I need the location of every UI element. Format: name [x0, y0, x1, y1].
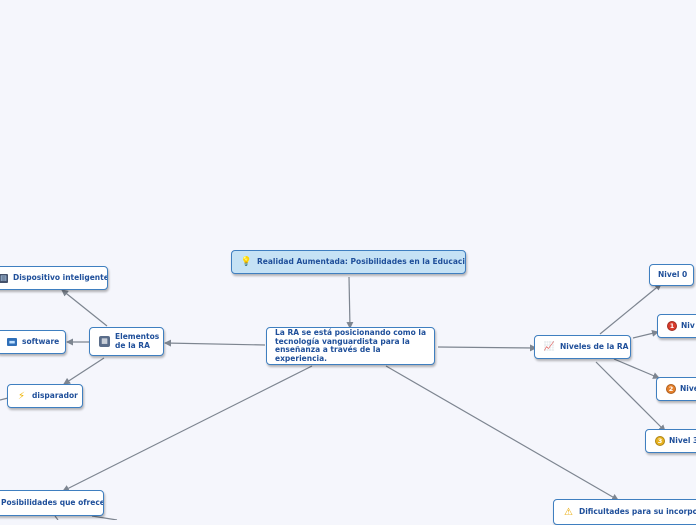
connector-niveles-to-nivel0: [599, 283, 662, 335]
warning-icon: ⚠: [564, 506, 573, 518]
dispositivo-node[interactable]: ▤ Dispositivo inteligente: [0, 266, 108, 290]
screen-icon: ▬: [7, 337, 17, 346]
root-topic-label: Realidad Aumentada: Posibilidades en la …: [257, 256, 466, 266]
lightning-icon: ⚡: [17, 390, 26, 402]
dispositivo-label: Dispositivo inteligente: [13, 272, 108, 282]
connector-posibilidades-stub-a: [54, 515, 59, 520]
number-3-icon: 3: [655, 436, 665, 446]
nivel1-node[interactable]: 1 Niv: [657, 314, 696, 338]
software-label: software: [22, 336, 60, 346]
connector-central-to-dificultades: [385, 365, 619, 501]
central-topic-label: La RA se está posicionando como la tecno…: [275, 328, 427, 363]
connector-niveles-to-nivel2: [613, 358, 660, 379]
connector-root-to-central: [346, 276, 354, 329]
niveles-node[interactable]: 📈 Niveles de la RA: [534, 335, 631, 359]
dificultades-label: Dificultades para su incorpora: [579, 506, 696, 516]
software-node[interactable]: ▬ software: [0, 330, 66, 354]
central-topic-node[interactable]: La RA se está posicionando como la tecno…: [266, 327, 435, 365]
calculator-icon: ▦: [99, 336, 110, 347]
number-1-icon: 1: [667, 321, 677, 331]
nivel0-label: Nivel 0: [658, 269, 688, 279]
connector-central-to-posibilidades: [62, 365, 313, 492]
nivel2-label: Nive: [680, 383, 696, 393]
nivel1-label: Niv: [681, 320, 695, 330]
connector-elementos-to-dispositivo: [61, 289, 108, 327]
root-topic-node[interactable]: 💡 Realidad Aumentada: Posibilidades en l…: [231, 250, 466, 274]
connector-central-to-niveles: [437, 344, 537, 352]
disparador-node[interactable]: ⚡ disparador: [7, 384, 83, 408]
nivel0-node[interactable]: Nivel 0: [649, 264, 694, 286]
elementos-node[interactable]: ▦ Elementos de la RA: [89, 327, 164, 356]
dificultades-node[interactable]: ⚠ Dificultades para su incorpora: [553, 499, 696, 525]
connector-posibilidades-stub-b: [91, 515, 118, 520]
elementos-label: Elementos de la RA: [115, 332, 160, 350]
nivel2-node[interactable]: 2 Nive: [656, 377, 696, 401]
lightbulb-icon: 💡: [240, 256, 253, 267]
connector-elementos-to-disparador: [63, 357, 105, 385]
disparador-label: disparador: [32, 390, 78, 400]
posibilidades-label: Posibilidades que ofrece: [1, 497, 104, 507]
chart-icon: 📈: [543, 341, 556, 352]
niveles-label: Niveles de la RA: [560, 341, 629, 351]
number-2-icon: 2: [666, 384, 676, 394]
nivel3-node[interactable]: 3 Nivel 3: [645, 429, 696, 453]
nivel3-label: Nivel 3: [669, 435, 696, 445]
connector-central-to-elementos: [164, 339, 266, 347]
connector-niveles-to-nivel3: [595, 361, 666, 432]
monitor-icon: ▤: [0, 273, 8, 283]
connector-niveles-to-nivel1: [632, 329, 659, 339]
posibilidades-node[interactable]: Posibilidades que ofrece: [0, 490, 104, 516]
